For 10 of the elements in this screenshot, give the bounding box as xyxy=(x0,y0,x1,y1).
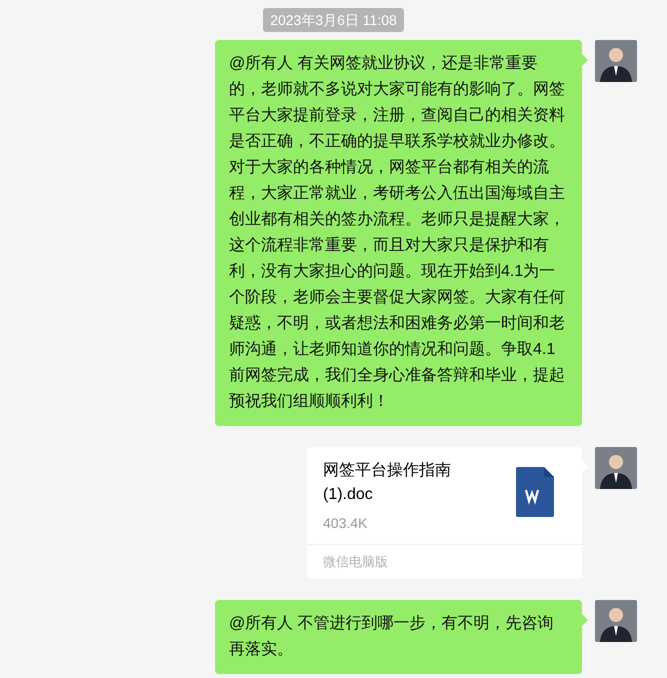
message-text: @所有人 有关网签就业协议，还是非常重要的，老师就不多说对大家可能有的影响了。网签平台大家提前登录，注册，查阅自己的相关资料是否正确，不正确的提早联系学校就业办修改。对于大家的各种情况，网签平台都有相关的流程，大家正常就业，考研考公入伍出国海域自主创业都有相关的签办流程。老师只是提醒大家，这个流程非常重要，而且对大家只是保护和有利，没有大家担心的问题。现在开始到4.1为一个阶段，老师会主要督促大家网签。大家有任何疑惑，不明，或者想法和困难务必第一时间和老师沟通，让老师知道你的情况和问题。争取4.1前网签完成，我们全身心准备答辩和毕业，提起预祝我们组顺顺利利！ xyxy=(229,54,566,412)
file-name: 网签平台操作指南(1).doc xyxy=(323,460,452,505)
timestamp: 2023年3月6日 11:08 xyxy=(263,8,404,32)
message-text: @所有人 不管进行到哪一步，有不明，先咨询再落实。 xyxy=(229,614,555,660)
word-document-icon xyxy=(516,467,554,517)
source-label: 微信电脑版 xyxy=(323,554,388,569)
avatar-icon[interactable] xyxy=(595,447,637,489)
avatar-icon[interactable] xyxy=(595,40,637,82)
avatar-icon[interactable] xyxy=(595,600,637,642)
file-size: 403.4K xyxy=(323,514,368,533)
